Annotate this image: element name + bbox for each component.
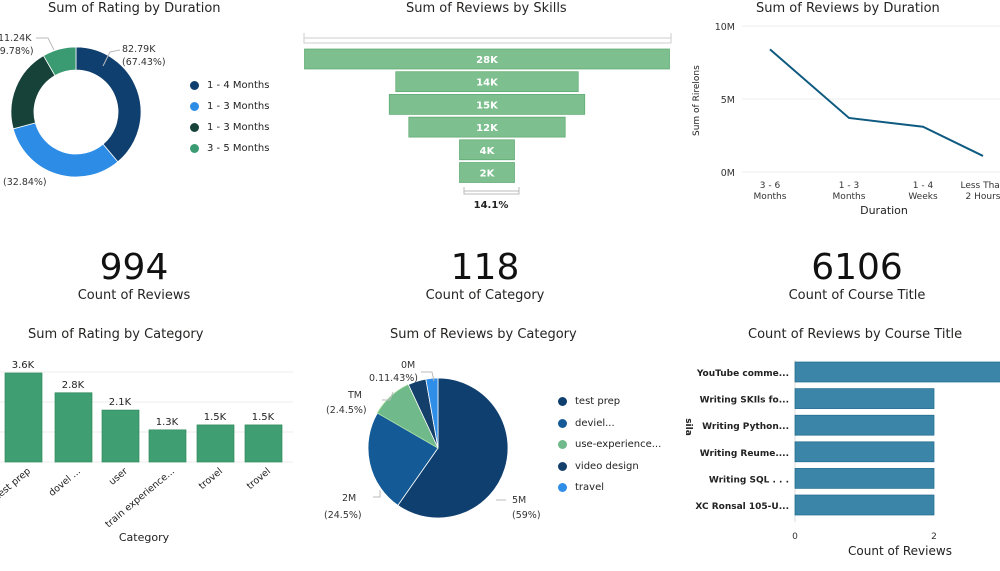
hbar [794,388,935,409]
bar-value-label: 3.6K [12,360,35,371]
funnel-value-label: 4K [480,146,496,157]
y-axis-title: Sum of Rirelons [692,65,702,136]
donut-slice [10,55,56,130]
x-tick-label: 3 - 6 [760,181,781,191]
hbar [794,414,935,436]
donut-data-label: (32.84%) [3,177,47,188]
y-tick-label: 5M [721,95,735,106]
x-tick-label: 2 Hours [966,192,1000,202]
y-tick-label: 0M [721,168,735,179]
y-tick-label: Writing Reume.... [700,449,789,459]
pie-data-label: (24.5%) [324,510,362,521]
funnel-value-label: 12K [476,123,499,134]
x-tick-label: Months [754,192,787,202]
x-axis-title: Count of Reviews [848,544,952,558]
x-axis-title: Duration [860,204,908,217]
x-tick-label: trovel [197,466,225,492]
x-tick-label: 1 - 3 [839,181,859,191]
y-tick-label: YouTube comme... [696,369,789,379]
y-tick-label: 10M [715,22,735,33]
x-tick-label: 0 [792,532,798,542]
funnel-value-label: 15K [476,100,499,111]
x-tick-label: 1 - 4 [913,181,934,191]
bar-value-label: 2.1K [109,397,132,408]
pie-data-label: 0M [401,360,415,371]
donut-slice [12,122,119,178]
pie-data-label: TM [347,390,362,401]
hbar [794,441,935,463]
bar [148,429,187,463]
x-tick-label: dovel ... [47,466,83,499]
funnel-value-label: 28K [476,55,499,66]
dashboard-charts: 82.79K (67.43%) (32.84%) 11.24K (9.78%) 28K 14… [0,22,1000,558]
x-tick-label: Weeks [908,192,938,202]
funnel-value-label: 2K [480,169,496,180]
leader-line [36,37,55,51]
x-tick-label: user [107,466,130,488]
x-tick-label: Months [833,192,866,202]
bar-value-label: 2.8K [62,380,85,391]
hbar [794,361,1000,383]
bar [244,424,283,463]
bar [4,372,43,463]
bar [196,424,235,463]
bar-value-label: 1.3K [156,417,179,428]
line-series [769,48,984,157]
y-tick-label: Writing SKIls fo... [700,396,789,406]
funnel-footer: 14.1% [474,200,509,211]
donut-data-label: 11.24K [0,33,32,44]
x-tick-label: 2 [931,532,937,542]
bar [101,409,140,463]
pie-data-label: 5M [512,495,526,506]
bar [54,392,93,463]
pie-data-label: 0.11.43%) [369,373,418,384]
bar-value-label: 1.5K [204,412,227,423]
x-tick-label: test prep [0,466,33,502]
pie-data-label: (2.4.5%) [326,405,367,416]
x-tick-label: trovel [245,466,273,492]
funnel-bottom-bracket [463,187,520,195]
y-tick-label: Writing Python... [702,422,789,432]
y-tick-label: XC Ronsal 105-U... [695,502,789,512]
donut-data-label: (67.43%) [122,57,166,68]
funnel-value-label: 14K [476,78,499,89]
leader-line [373,490,381,498]
hbar [794,468,935,489]
hbar [794,494,935,516]
x-tick-label: Less Than [960,181,1000,191]
pie-data-label: (59%) [512,510,541,521]
bar-value-label: 1.5K [252,412,275,423]
donut-data-label: 82.79K [122,44,156,55]
pie-data-label: 2M [342,493,356,504]
donut-data-label: (9.78%) [0,46,34,57]
funnel-top-bracket [303,33,672,44]
y-axis-title: sila [683,418,693,436]
y-tick-label: Writing SQL . . . [709,475,789,485]
x-axis-title: Category [119,531,170,544]
